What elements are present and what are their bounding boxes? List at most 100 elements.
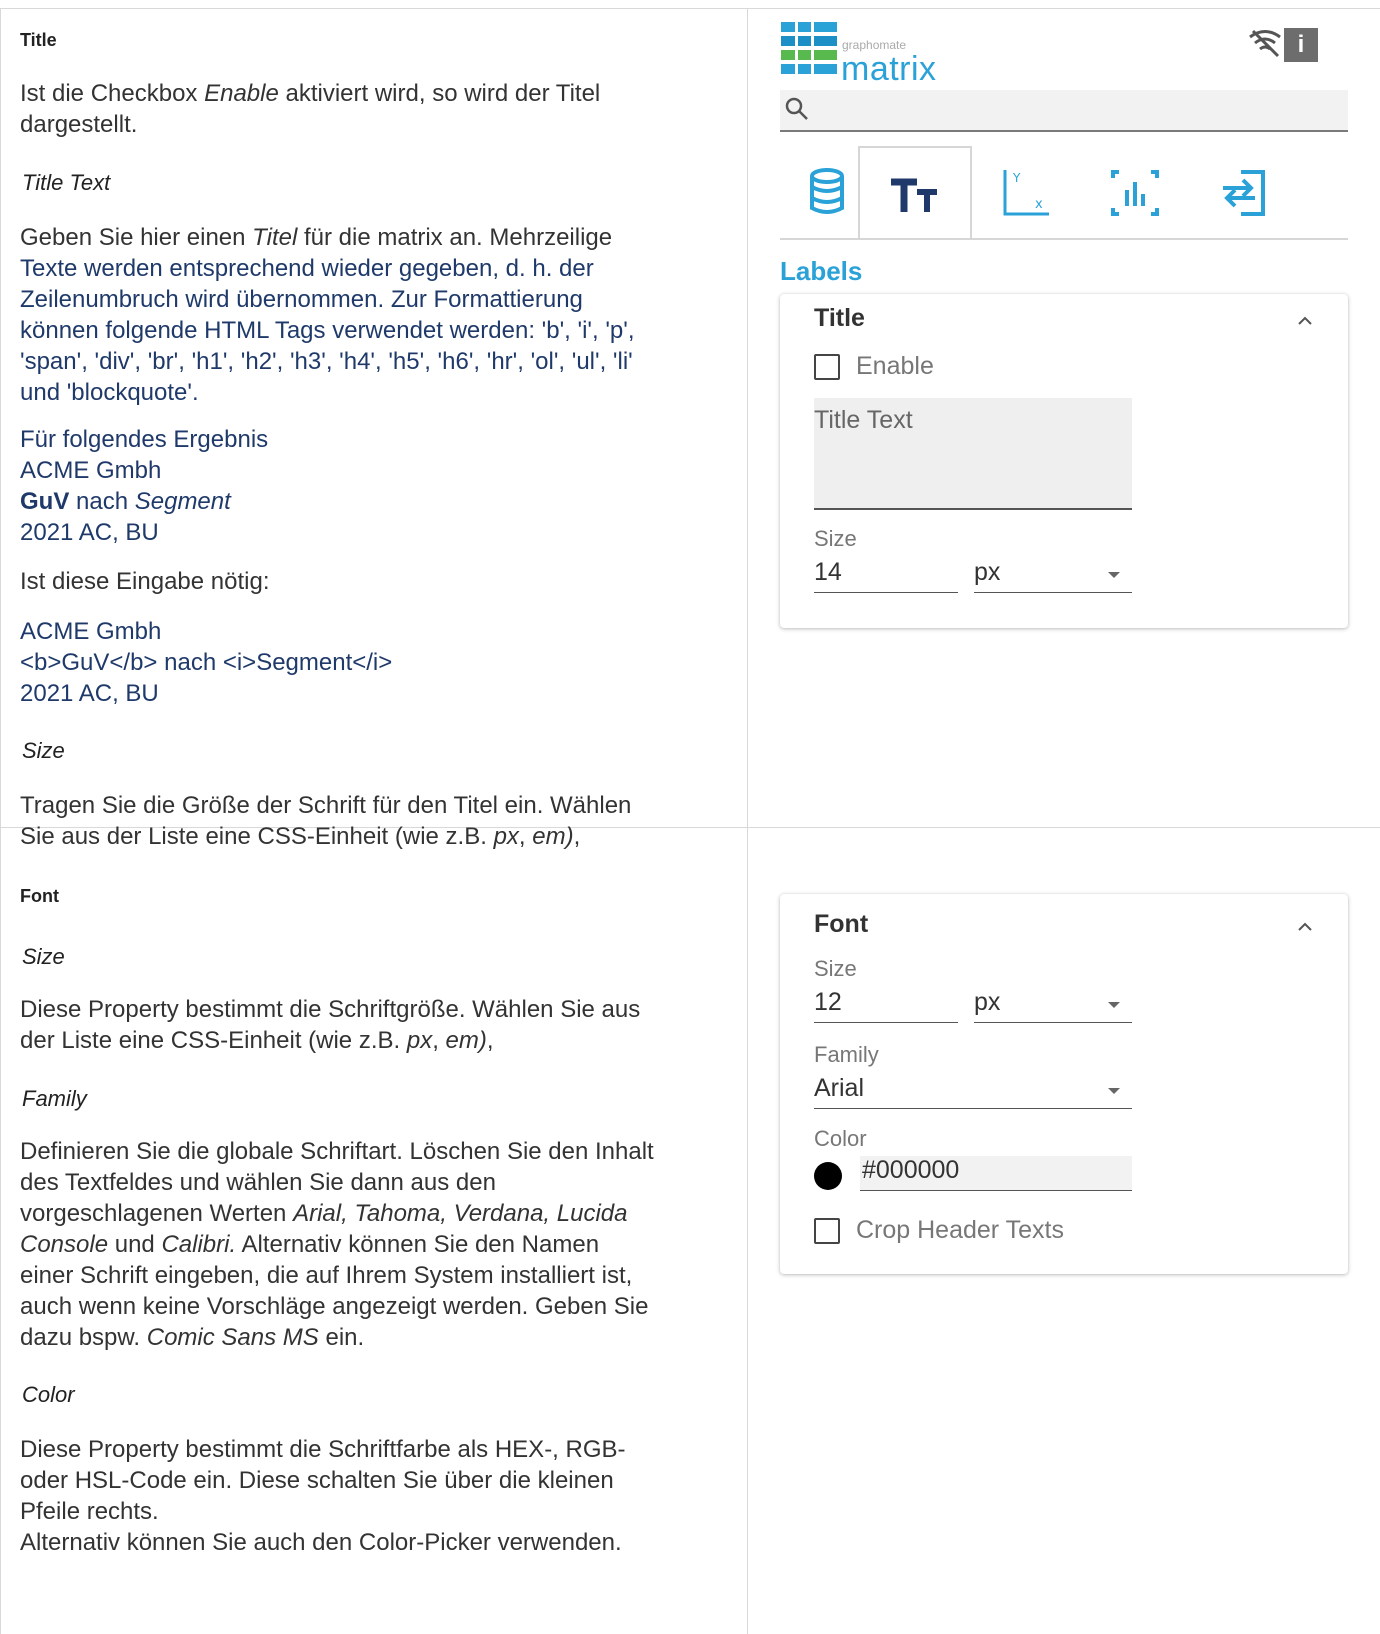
column-divider bbox=[747, 8, 748, 1634]
search-input[interactable] bbox=[780, 90, 1348, 132]
code-line: <b>GuV</b> nach <i>Segment</i> bbox=[20, 649, 393, 676]
example-block: Für folgendes Ergebnis ACME Gmbh GuV nac… bbox=[20, 424, 720, 548]
example-year: 2021 AC, BU bbox=[20, 519, 159, 546]
font-unit-select[interactable]: px bbox=[974, 988, 1132, 1023]
separator: , bbox=[518, 823, 533, 850]
title-text-placeholder: Title Text bbox=[814, 406, 913, 434]
title-intro: Ist die Checkbox Enable aktiviert wird, … bbox=[20, 78, 720, 140]
example-line: Für folgendes Ergebnis bbox=[20, 426, 269, 453]
color-desc-line: Alternativ können Sie auch den Color-Pic… bbox=[20, 1529, 622, 1556]
tab-labels[interactable] bbox=[858, 146, 972, 240]
chart-settings-icon bbox=[1111, 170, 1159, 216]
family-desc-line: einer Schrift eingeben, die auf Ihrem Sy… bbox=[20, 1262, 633, 1289]
tab-export[interactable] bbox=[1192, 146, 1302, 238]
tab-chart[interactable] bbox=[1082, 146, 1192, 238]
family-value: Arial bbox=[814, 1074, 865, 1102]
chevron-up-icon[interactable] bbox=[1296, 314, 1314, 326]
font-unit-px: px bbox=[406, 1027, 433, 1054]
desc-text-em: Titel bbox=[252, 224, 298, 251]
family-desc-line: des Textfeldes und wählen Sie dann aus d… bbox=[20, 1169, 496, 1196]
tab-bar: Y x bbox=[780, 146, 1348, 240]
font-size-desc-line: der Liste eine CSS-Einheit (wie z.B. bbox=[20, 1027, 407, 1054]
chevron-up-icon[interactable] bbox=[1296, 920, 1314, 932]
top-divider bbox=[0, 8, 1380, 9]
export-icon bbox=[1223, 170, 1265, 216]
color-value: #000000 bbox=[862, 1156, 960, 1184]
family-label: Family bbox=[814, 1042, 879, 1067]
subheading: Size bbox=[22, 944, 65, 969]
separator: , bbox=[573, 823, 581, 850]
family-desc-line: Definieren Sie die globale Schriftart. L… bbox=[20, 1138, 654, 1165]
size-label: Size bbox=[814, 526, 857, 551]
info-icon[interactable]: i bbox=[1284, 28, 1318, 62]
database-icon bbox=[810, 168, 844, 214]
desc-line: Zeilenumbruch wird übernommen. Zur Forma… bbox=[20, 286, 583, 313]
size-unit-em: em) bbox=[532, 823, 574, 850]
font-card: Font Size 12 px Family Arial Color #0000… bbox=[780, 894, 1348, 1274]
input-needed-text: Ist diese Eingabe nötig: bbox=[20, 568, 270, 595]
enable-label: Enable bbox=[856, 352, 934, 380]
family-subheading: Family bbox=[20, 1086, 720, 1112]
family-desc: Definieren Sie die globale Schriftart. L… bbox=[20, 1136, 720, 1353]
example-line: ACME Gmbh bbox=[20, 457, 162, 484]
crop-header-label: Crop Header Texts bbox=[856, 1216, 1064, 1244]
enable-checkbox[interactable] bbox=[814, 354, 840, 380]
size-input[interactable]: 14 bbox=[814, 558, 958, 593]
logo-product-name: matrix bbox=[841, 50, 937, 88]
dropdown-arrow-icon bbox=[1108, 1002, 1120, 1008]
intro-text-b: aktiviert wird, so wird der Titel bbox=[278, 80, 601, 107]
size-desc: Tragen Sie die Größe der Schrift für den… bbox=[20, 790, 720, 852]
family-names: Arial, Tahoma, Verdana, Lucida bbox=[293, 1200, 628, 1227]
intro-text-a: Ist die Checkbox bbox=[20, 80, 205, 107]
title-text-input[interactable]: Title Text bbox=[814, 398, 1132, 510]
size-unit-px: px bbox=[493, 823, 519, 850]
font-size-value: 12 bbox=[814, 988, 842, 1016]
svg-text:x: x bbox=[1035, 197, 1043, 212]
subheading: Size bbox=[22, 738, 65, 763]
family-desc-line: vorgeschlagenen Werten bbox=[20, 1200, 294, 1227]
desc-text: Geben Sie hier einen bbox=[20, 224, 253, 251]
subheading: Family bbox=[22, 1086, 87, 1111]
font-size-subheading: Size bbox=[20, 944, 720, 970]
axis-icon: Y x bbox=[1003, 170, 1049, 216]
input-needed: Ist diese Eingabe nötig: bbox=[20, 566, 720, 597]
title-card: Title Enable Title Text Size 14 px bbox=[780, 294, 1348, 628]
intro-text-enable: Enable bbox=[204, 80, 279, 107]
dropdown-arrow-icon bbox=[1108, 572, 1120, 578]
logo-mark-icon bbox=[781, 20, 837, 76]
search-icon bbox=[785, 97, 808, 120]
size-desc-line: Sie aus der Liste eine CSS-Einheit (wie … bbox=[20, 823, 494, 850]
color-input[interactable]: #000000 bbox=[860, 1156, 1132, 1191]
wifi-off-icon[interactable] bbox=[1248, 28, 1282, 58]
color-swatch[interactable] bbox=[814, 1162, 842, 1190]
intro-text-c: dargestellt. bbox=[20, 111, 138, 138]
size-subheading: Size bbox=[20, 738, 720, 764]
font-size-desc-line: Diese Property bestimmt die Schriftgröße… bbox=[20, 996, 641, 1023]
font-size-input[interactable]: 12 bbox=[814, 988, 958, 1023]
desc-line: können folgende HTML Tags verwendet werd… bbox=[20, 317, 635, 344]
section-title: Title bbox=[20, 30, 57, 50]
unit-value: px bbox=[974, 558, 1001, 586]
code-line: 2021 AC, BU bbox=[20, 680, 159, 707]
color-desc-line: Pfeile rechts. bbox=[20, 1498, 159, 1525]
size-value: 14 bbox=[814, 558, 842, 586]
family-select[interactable]: Arial bbox=[814, 1074, 1132, 1109]
title-text-subheading: Title Text bbox=[20, 170, 720, 196]
tab-axis[interactable]: Y x bbox=[974, 146, 1084, 238]
desc-text: für die matrix an. Mehrzeilige bbox=[297, 224, 613, 251]
desc-line: 'span', 'div', 'br', 'h1', 'h2', 'h3', '… bbox=[20, 348, 633, 375]
desc-line: und 'blockquote'. bbox=[20, 379, 199, 406]
family-desc-line: Alternativ können Sie den Namen bbox=[236, 1231, 600, 1258]
font-unit-em: em) bbox=[445, 1027, 487, 1054]
section-title: Font bbox=[20, 886, 59, 906]
left-border bbox=[0, 8, 1, 1634]
crop-header-checkbox[interactable] bbox=[814, 1218, 840, 1244]
subheading: Color bbox=[22, 1382, 75, 1407]
color-desc: Diese Property bestimmt die Schriftfarbe… bbox=[20, 1434, 720, 1558]
example-nach: nach bbox=[69, 488, 135, 515]
size-unit-select[interactable]: px bbox=[974, 558, 1132, 593]
color-subheading: Color bbox=[20, 1382, 720, 1408]
font-unit-value: px bbox=[974, 988, 1001, 1016]
title-text-desc: Geben Sie hier einen Titel für die matri… bbox=[20, 222, 720, 408]
color-desc-line: oder HSL-Code ein. Diese schalten Sie üb… bbox=[20, 1467, 614, 1494]
